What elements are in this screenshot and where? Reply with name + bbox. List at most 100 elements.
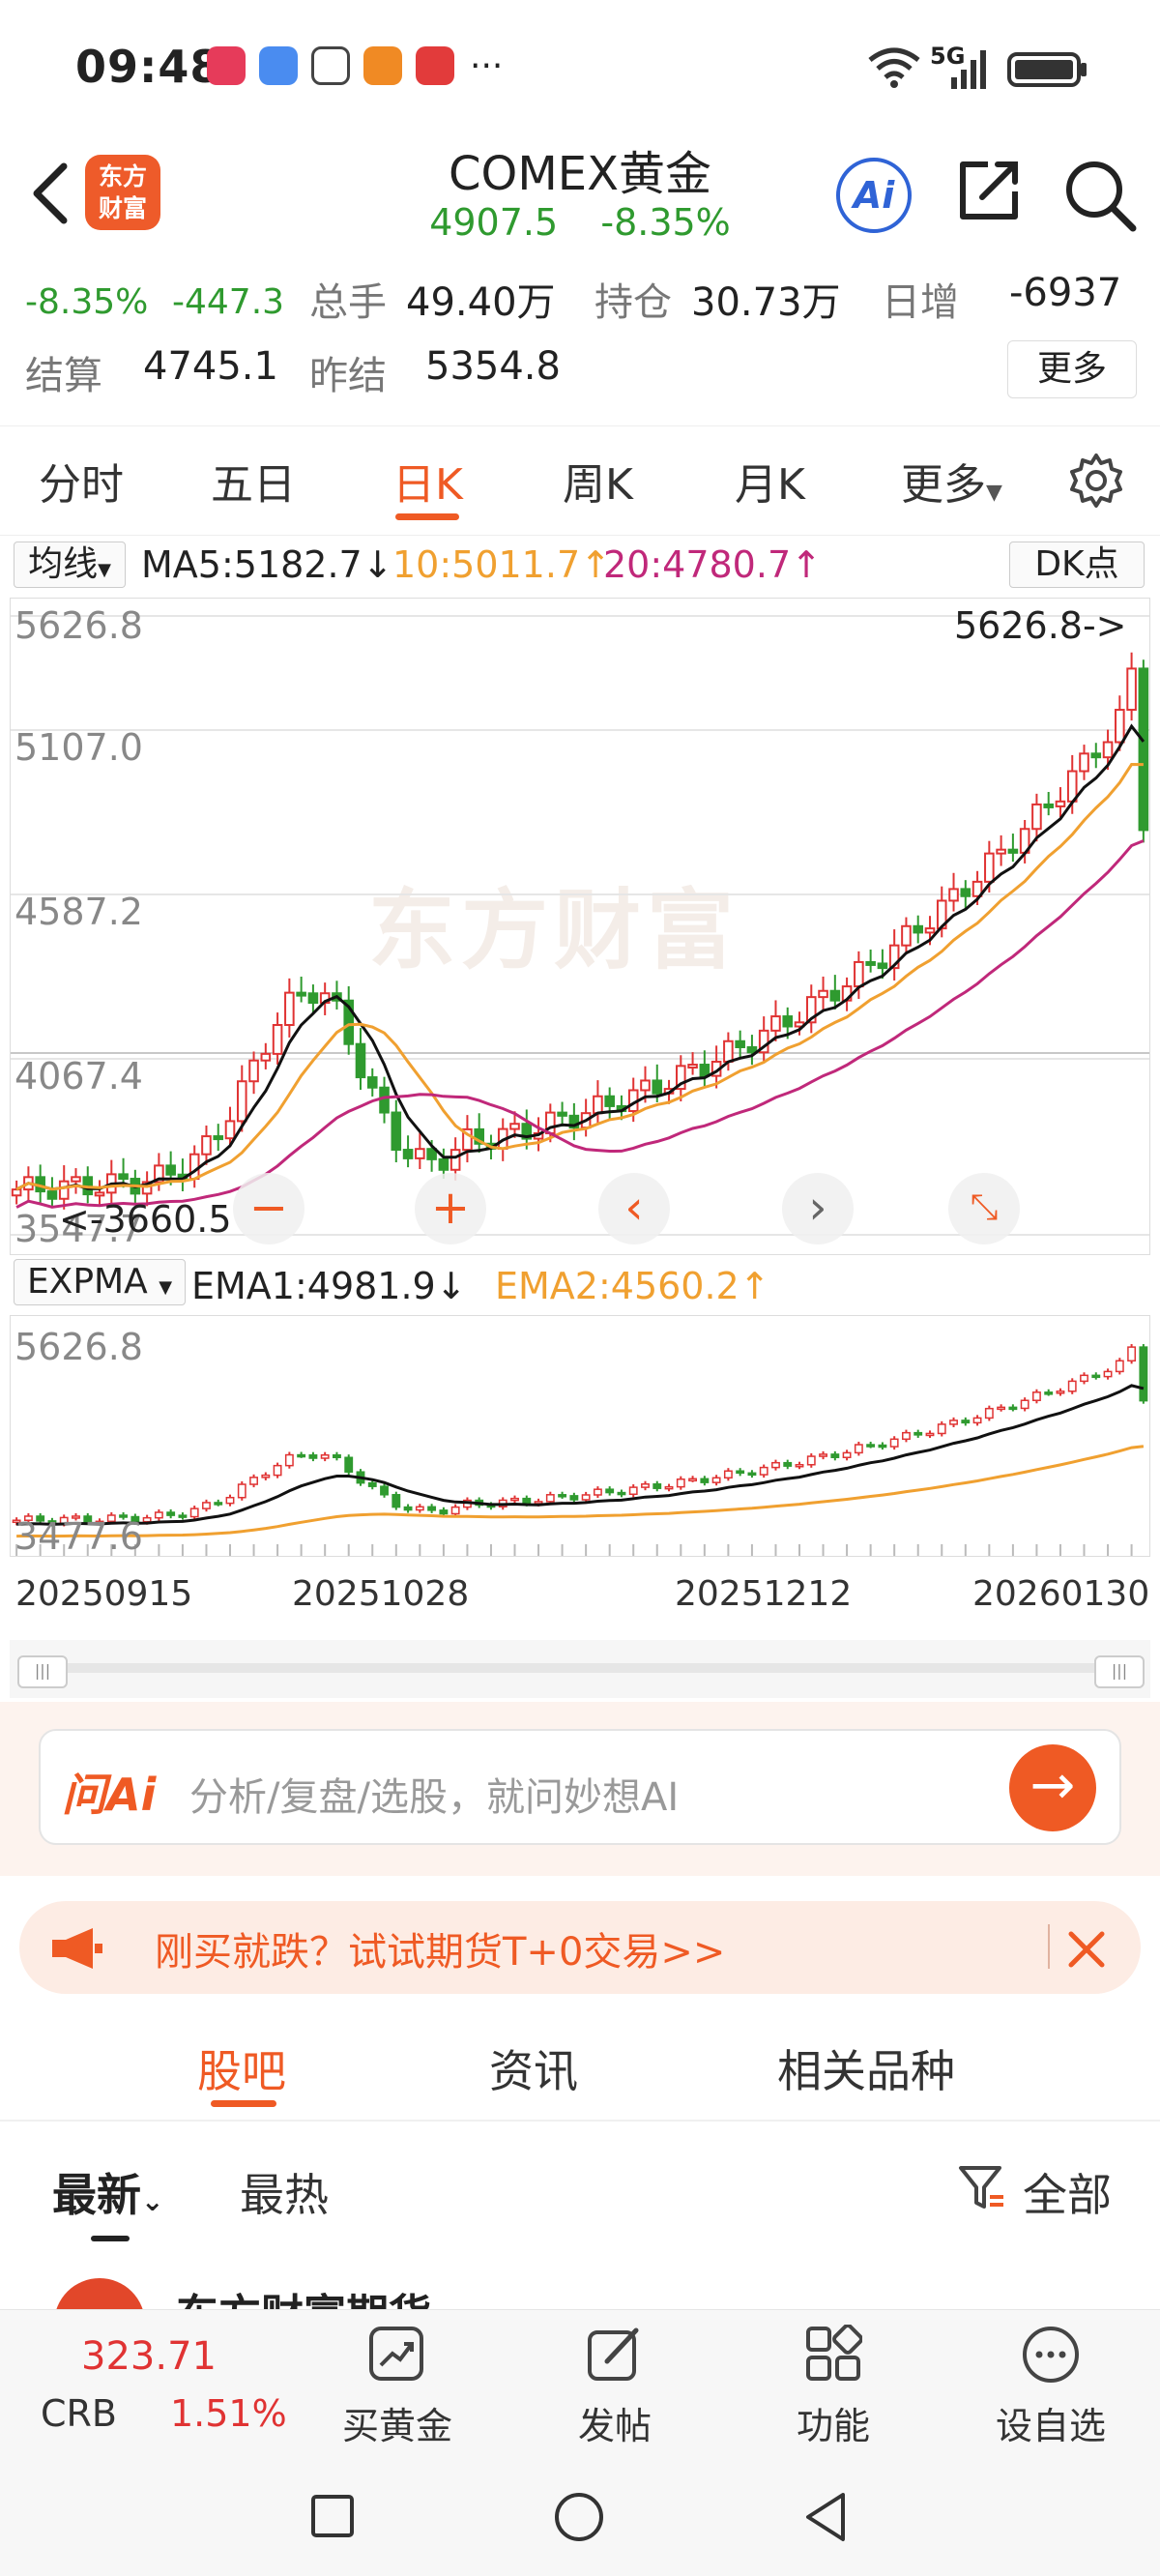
nav-add-watchlist[interactable]: 设自选 bbox=[996, 2396, 1106, 2449]
nav-post[interactable]: 发帖 bbox=[578, 2396, 652, 2449]
sub-candle-body bbox=[628, 1486, 638, 1496]
tab-forum[interactable]: 股吧 bbox=[197, 2036, 286, 2100]
filter-all[interactable]: 全部 bbox=[1023, 2160, 1112, 2224]
search-icon[interactable] bbox=[1061, 157, 1139, 234]
sub-candle-body bbox=[1020, 1399, 1030, 1410]
functions-grid-icon[interactable] bbox=[804, 2325, 862, 2383]
sub-indicator-selector-label: EXPMA bbox=[26, 1262, 148, 1302]
crb-index-value[interactable]: 323.71 bbox=[81, 2334, 217, 2379]
filter-icon[interactable] bbox=[957, 2162, 1007, 2212]
candle-body bbox=[94, 1191, 105, 1197]
sub-candle-body bbox=[333, 1454, 341, 1459]
sub-candle-body bbox=[795, 1464, 804, 1468]
candle-body bbox=[248, 1059, 259, 1083]
zoom-in-button[interactable]: + bbox=[415, 1173, 486, 1244]
range-handle-right[interactable]: ||| bbox=[1094, 1655, 1145, 1688]
ai-submit-button[interactable]: → bbox=[1009, 1744, 1096, 1831]
candle-body bbox=[593, 1095, 603, 1115]
buy-gold-icon[interactable] bbox=[367, 2325, 425, 2383]
main-kline-chart[interactable]: 东方财富 5626.8 5107.0 4587.2 4067.4 3547.7 … bbox=[10, 598, 1150, 1255]
range-handle-left[interactable]: ||| bbox=[17, 1655, 68, 1688]
current-price: 4907.5 bbox=[429, 201, 559, 244]
ema1-line bbox=[16, 1384, 1145, 1526]
more-notifications-icon: ··· bbox=[470, 46, 504, 86]
candle-body bbox=[652, 1079, 663, 1095]
tab-intraday[interactable]: 分时 bbox=[39, 450, 124, 512]
tab-related[interactable]: 相关品种 bbox=[777, 2036, 955, 2100]
sub-candle-body bbox=[925, 1432, 935, 1437]
author-avatar bbox=[54, 2278, 145, 2309]
tab-news[interactable]: 资讯 bbox=[489, 2036, 578, 2100]
app-logo[interactable]: 东方 财富 bbox=[85, 155, 160, 230]
candle-body bbox=[11, 1188, 22, 1197]
recent-apps-icon[interactable] bbox=[309, 2493, 356, 2539]
candle-body bbox=[224, 1120, 236, 1140]
sub-candle-body bbox=[1080, 1374, 1088, 1383]
candle-body bbox=[165, 1164, 176, 1176]
fullscreen-button[interactable]: ⤡ bbox=[948, 1173, 1020, 1244]
candle-body bbox=[307, 992, 319, 1005]
indicator-selector[interactable]: 均线▼ bbox=[14, 542, 126, 588]
close-icon[interactable] bbox=[1065, 1928, 1108, 1971]
more-circle-icon[interactable] bbox=[1021, 2325, 1081, 2385]
tab-more[interactable]: 更多▼ bbox=[901, 450, 1002, 512]
tab-weekly-k[interactable]: 周K bbox=[563, 450, 633, 512]
hand-app-icon bbox=[311, 46, 350, 85]
sub-candle-body bbox=[450, 1506, 460, 1515]
candle-body bbox=[118, 1173, 129, 1181]
tab-more-label: 更多 bbox=[901, 460, 986, 510]
sub-candle-body bbox=[344, 1456, 354, 1473]
date-label-4: 20260130 bbox=[972, 1574, 1150, 1614]
sub-candle-body bbox=[902, 1431, 911, 1441]
sub-candle-body bbox=[189, 1508, 199, 1518]
candle-body bbox=[640, 1079, 651, 1092]
sub-candle-body bbox=[510, 1497, 519, 1502]
share-icon[interactable] bbox=[955, 157, 1023, 224]
candle-body bbox=[402, 1149, 414, 1159]
scroll-right-button[interactable]: › bbox=[782, 1173, 854, 1244]
back-nav-icon[interactable] bbox=[802, 2491, 849, 2543]
community-tab-indicator bbox=[211, 2100, 276, 2107]
scroll-left-button[interactable]: ‹ bbox=[598, 1173, 670, 1244]
crb-index-change[interactable]: 1.51% bbox=[170, 2392, 287, 2435]
tab-daily-k[interactable]: 日K bbox=[392, 450, 463, 512]
date-label-2: 20251028 bbox=[292, 1574, 470, 1614]
sort-latest-label: 最新 bbox=[52, 2169, 141, 2221]
sub-candle-body bbox=[878, 1444, 887, 1449]
sub-candle-body bbox=[178, 1514, 188, 1518]
ma5-line bbox=[15, 723, 1146, 1191]
more-stats-button[interactable]: 更多 bbox=[1007, 340, 1137, 398]
sub-candle-body bbox=[937, 1423, 946, 1435]
sort-latest[interactable]: 最新⌄ bbox=[52, 2160, 163, 2224]
expma-chart[interactable]: 5626.8 3477.6 bbox=[10, 1315, 1150, 1558]
candle-body bbox=[450, 1149, 461, 1171]
nav-buy-gold[interactable]: 买黄金 bbox=[342, 2396, 452, 2449]
candle-body bbox=[924, 927, 936, 934]
daily-increase-label: 日增 bbox=[882, 280, 959, 325]
sort-hot[interactable]: 最热 bbox=[240, 2160, 329, 2224]
ai-assistant-button[interactable]: Ai bbox=[836, 158, 912, 233]
caret-down-icon: ▼ bbox=[98, 560, 111, 580]
sub-candle-body bbox=[308, 1454, 318, 1459]
zoom-out-button[interactable]: − bbox=[233, 1173, 304, 1244]
back-button[interactable] bbox=[21, 155, 79, 232]
sub-candle-body bbox=[854, 1444, 863, 1454]
crb-index-name[interactable]: CRB bbox=[41, 2392, 117, 2435]
candle-body bbox=[996, 848, 1006, 855]
sub-candle-body bbox=[142, 1516, 152, 1523]
stat-change-amount: -447.3 bbox=[172, 282, 285, 322]
sub-candle-body bbox=[1139, 1346, 1148, 1402]
compose-icon[interactable] bbox=[586, 2325, 644, 2383]
tab-monthly-k[interactable]: 月K bbox=[735, 450, 805, 512]
settings-gear-icon[interactable] bbox=[1067, 452, 1125, 510]
home-icon[interactable] bbox=[553, 2491, 605, 2543]
candle-body bbox=[391, 1111, 402, 1152]
tab-five-day[interactable]: 五日 bbox=[211, 450, 296, 512]
candle-body bbox=[236, 1080, 247, 1123]
dk-point-button[interactable]: DK点 bbox=[1009, 542, 1145, 588]
sub-indicator-selector[interactable]: EXPMA ▼ bbox=[14, 1259, 186, 1305]
sub-candle-body bbox=[664, 1485, 674, 1490]
candle-body bbox=[46, 1190, 58, 1200]
post-preview[interactable]: 东方财富期货 bbox=[0, 2272, 1160, 2309]
nav-functions[interactable]: 功能 bbox=[797, 2396, 870, 2449]
